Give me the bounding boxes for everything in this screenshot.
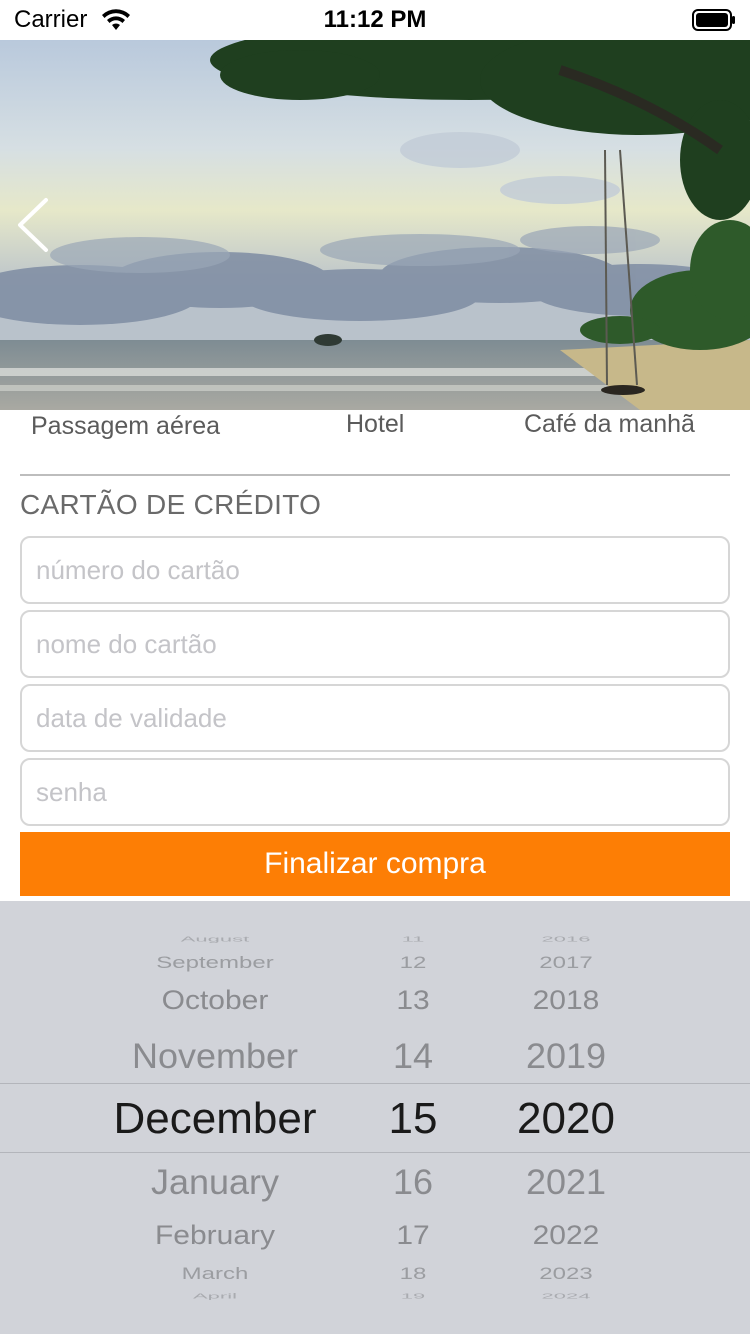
back-button[interactable] xyxy=(10,190,60,260)
date-picker[interactable]: August September October November December Ja… xyxy=(0,901,750,1334)
beach-photo xyxy=(0,40,750,410)
year-option[interactable]: 2019 xyxy=(526,1038,606,1073)
month-option[interactable]: October xyxy=(162,987,269,1015)
card-name-field-wrapper xyxy=(20,610,730,678)
year-option[interactable]: 2024 xyxy=(542,1292,591,1300)
month-option[interactable]: April xyxy=(193,1292,237,1300)
finalize-purchase-button[interactable]: Finalizar compra xyxy=(20,832,730,896)
battery-icon xyxy=(692,9,735,31)
month-option[interactable]: August xyxy=(181,935,250,943)
expiry-field-wrapper xyxy=(20,684,730,752)
day-option[interactable]: 16 xyxy=(393,1164,433,1199)
card-name-input[interactable] xyxy=(22,612,728,676)
month-option[interactable]: September xyxy=(156,954,273,972)
month-option[interactable]: March xyxy=(182,1265,249,1283)
year-option[interactable]: 2016 xyxy=(542,935,591,943)
day-option[interactable]: 12 xyxy=(400,954,427,972)
month-option[interactable]: November xyxy=(132,1038,298,1073)
year-wheel[interactable]: 2016 2017 2018 2019 2020 2021 2022 2023 2024 xyxy=(470,901,660,1334)
hero-image xyxy=(0,40,750,410)
card-number-input[interactable] xyxy=(22,538,728,602)
day-option[interactable]: 15 xyxy=(389,1097,438,1141)
month-option[interactable]: February xyxy=(155,1222,275,1250)
year-option[interactable]: 2017 xyxy=(539,954,592,972)
status-bar: Carrier 11:12 PM xyxy=(0,0,750,40)
card-number-field-wrapper xyxy=(20,536,730,604)
year-option[interactable]: 2018 xyxy=(533,987,600,1015)
year-option[interactable]: 2021 xyxy=(526,1164,606,1199)
divider xyxy=(20,474,730,476)
section-title: CARTÃO DE CRÉDITO xyxy=(20,489,322,520)
password-field-wrapper xyxy=(20,758,730,826)
month-option[interactable]: December xyxy=(114,1097,317,1141)
tab-flight[interactable]: Passagem aérea xyxy=(31,412,220,441)
password-input[interactable] xyxy=(22,760,728,824)
year-option[interactable]: 2020 xyxy=(517,1097,615,1141)
status-time: 11:12 PM xyxy=(323,6,427,33)
tab-hotel[interactable]: Hotel xyxy=(346,410,404,439)
day-option[interactable]: 17 xyxy=(396,1222,429,1250)
day-option[interactable]: 18 xyxy=(400,1265,427,1283)
tab-breakfast[interactable]: Café da manhã xyxy=(524,410,695,439)
day-option[interactable]: 11 xyxy=(402,935,425,943)
day-option[interactable]: 19 xyxy=(401,1292,425,1300)
day-option[interactable]: 13 xyxy=(396,987,429,1015)
day-wheel[interactable]: 11 12 13 14 15 16 17 18 19 xyxy=(340,901,490,1334)
year-option[interactable]: 2022 xyxy=(533,1222,600,1250)
expiry-date-input[interactable] xyxy=(22,686,728,750)
year-option[interactable]: 2023 xyxy=(539,1265,592,1283)
day-option[interactable]: 14 xyxy=(393,1038,433,1073)
chevron-left-icon xyxy=(18,198,48,252)
month-option[interactable]: January xyxy=(151,1164,279,1199)
